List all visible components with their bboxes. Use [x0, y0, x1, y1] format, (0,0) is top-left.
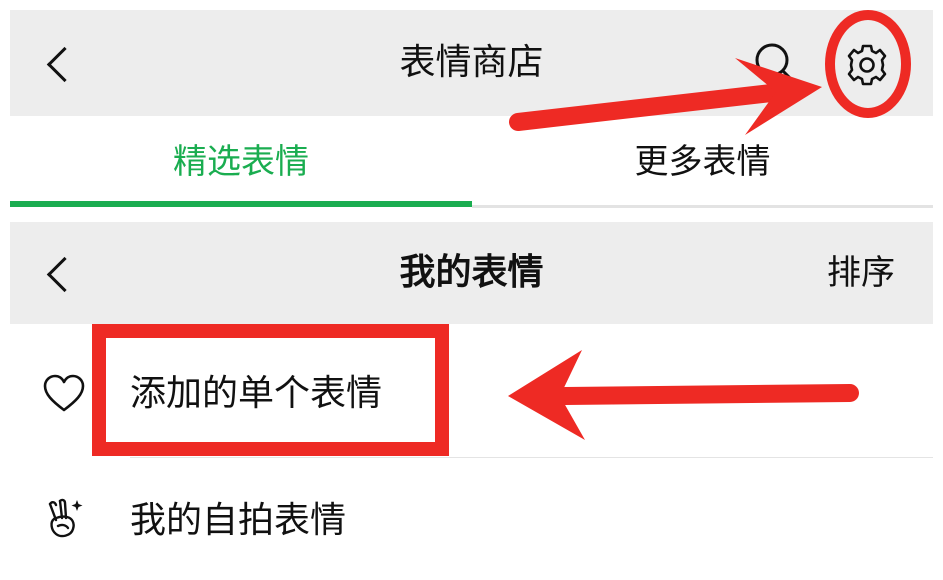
annotation-arrows	[508, 58, 859, 440]
arrow-to-list-item-annotation	[508, 350, 859, 440]
arrow-to-settings-annotation	[509, 58, 822, 135]
